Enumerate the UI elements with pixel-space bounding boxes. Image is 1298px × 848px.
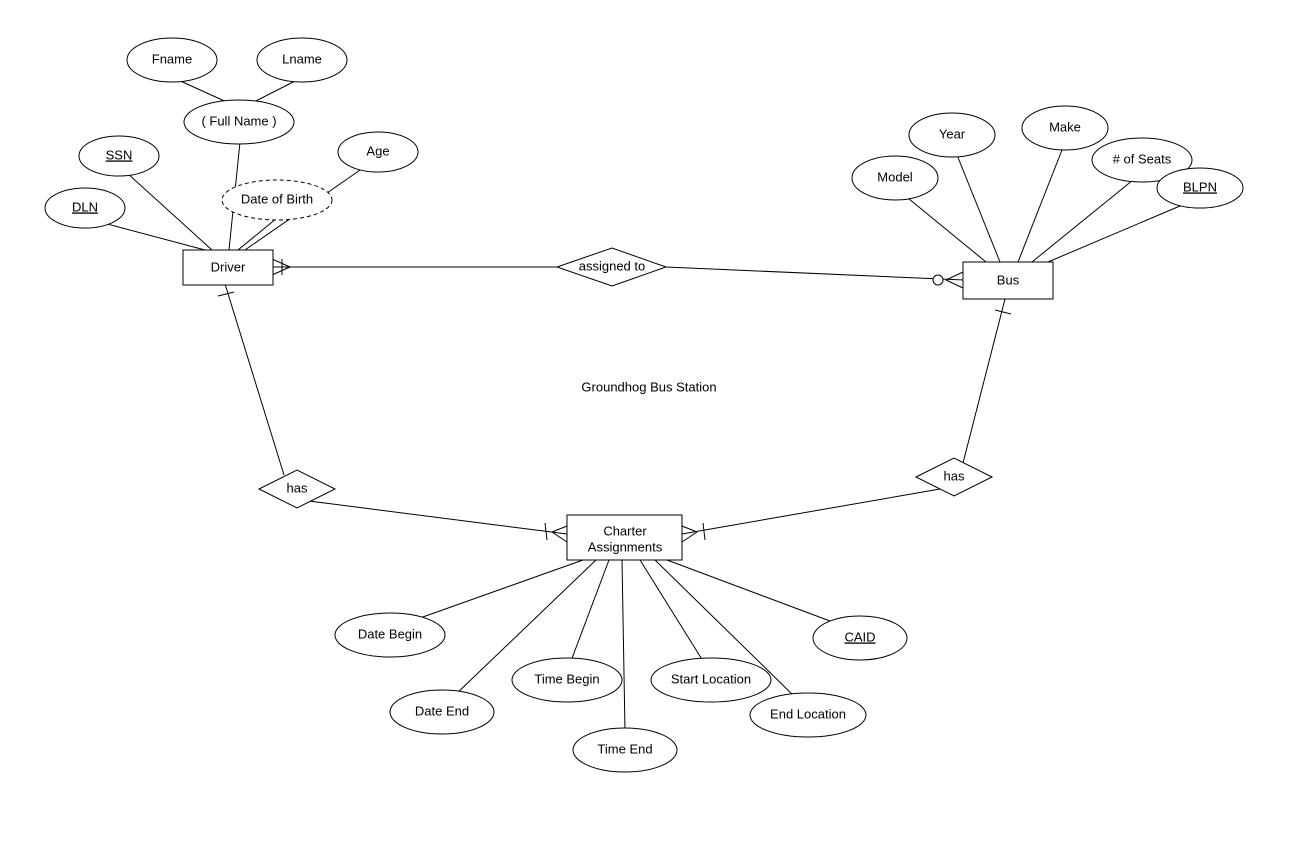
crow-bus-bottom xyxy=(946,280,963,288)
entity-bus: Bus xyxy=(963,262,1053,299)
attr-year: Year xyxy=(909,113,995,157)
svg-text:CAID: CAID xyxy=(844,629,875,644)
entity-charter-label2: Assignments xyxy=(588,539,663,554)
svg-text:Date End: Date End xyxy=(415,703,469,718)
crow-charter-left-top xyxy=(552,526,567,532)
tick-driver-bottom xyxy=(218,292,234,296)
attr-lname: Lname xyxy=(257,38,347,82)
conn-fname-fullname xyxy=(176,79,231,104)
crow-driver-bottom xyxy=(272,267,290,275)
attr-time-end: Time End xyxy=(573,728,677,772)
rel-assigned-label: assigned to xyxy=(579,258,646,273)
svg-text:End Location: End Location xyxy=(770,706,846,721)
attr-date-begin: Date Begin xyxy=(335,613,445,657)
attr-dob: Date of Birth xyxy=(222,180,332,220)
attr-fname: Fname xyxy=(127,38,217,82)
svg-text:BLPN: BLPN xyxy=(1183,179,1217,194)
svg-text:( Full Name ): ( Full Name ) xyxy=(201,113,276,128)
rel-has-left: has xyxy=(259,470,335,508)
conn-caid-charter xyxy=(667,560,846,627)
crow-charter-right-top xyxy=(682,526,697,532)
crow-bus-top xyxy=(946,272,963,280)
svg-text:DLN: DLN xyxy=(72,199,98,214)
conn-lname-fullname xyxy=(250,79,299,104)
attr-make: Make xyxy=(1022,106,1108,150)
conn-timebegin-charter xyxy=(571,560,609,661)
attr-model: Model xyxy=(852,156,938,200)
conn-hasright-charter xyxy=(682,489,940,534)
svg-text:SSN: SSN xyxy=(106,147,133,162)
entity-charter-label1: Charter xyxy=(603,523,647,538)
svg-text:Time Begin: Time Begin xyxy=(534,671,599,686)
svg-text:Lname: Lname xyxy=(282,51,322,66)
crow-driver-top xyxy=(272,259,290,267)
conn-seats-bus xyxy=(1032,180,1133,262)
svg-text:Start Location: Start Location xyxy=(671,671,751,686)
conn-hasleft-charter xyxy=(309,501,567,534)
conn-year-bus xyxy=(957,155,1000,262)
svg-text:Date of Birth: Date of Birth xyxy=(241,191,313,206)
svg-text:Make: Make xyxy=(1049,119,1081,134)
attr-fullname: ( Full Name ) xyxy=(184,100,294,144)
attr-blpn: BLPN xyxy=(1157,168,1243,208)
attr-end-loc: End Location xyxy=(750,693,866,737)
svg-text:Year: Year xyxy=(939,126,966,141)
conn-dln-driver xyxy=(96,221,205,250)
attr-caid: CAID xyxy=(813,616,907,660)
rel-has-right-label: has xyxy=(944,468,965,483)
crow-bus-circle xyxy=(933,275,943,285)
conn-dob-driver xyxy=(238,218,277,250)
tick-bus-bottom xyxy=(995,310,1011,314)
conn-assigned-bus xyxy=(666,267,964,280)
rel-assigned-to: assigned to xyxy=(557,248,666,286)
er-diagram: Driver Bus Charter Assignments assigned … xyxy=(0,0,1298,848)
attr-dln: DLN xyxy=(45,188,125,228)
conn-bus-hasright xyxy=(963,299,1005,463)
attr-time-begin: Time Begin xyxy=(512,658,622,702)
attr-ssn: SSN xyxy=(79,136,159,176)
entity-driver: Driver xyxy=(183,250,273,285)
svg-text:Fname: Fname xyxy=(152,51,192,66)
svg-text:Age: Age xyxy=(366,143,389,158)
attr-start-loc: Start Location xyxy=(651,658,771,702)
conn-datebegin-charter xyxy=(406,560,583,623)
rel-has-right: has xyxy=(916,458,992,496)
svg-text:Time End: Time End xyxy=(597,741,652,756)
conn-timeend-charter xyxy=(622,560,625,731)
conn-driver-hasleft xyxy=(225,284,284,475)
conn-model-bus xyxy=(903,194,986,262)
diagram-title: Groundhog Bus Station xyxy=(581,379,716,394)
conn-ssn-driver xyxy=(127,173,212,250)
attr-date-end: Date End xyxy=(390,690,494,734)
entity-bus-label: Bus xyxy=(997,272,1020,287)
conn-startloc-charter xyxy=(640,560,703,661)
conn-make-bus xyxy=(1018,150,1062,262)
tick-charter-right xyxy=(703,523,705,540)
svg-text:Date Begin: Date Begin xyxy=(358,626,422,641)
svg-text:Model: Model xyxy=(877,169,913,184)
entity-charter: Charter Assignments xyxy=(567,515,682,560)
rel-has-left-label: has xyxy=(287,480,308,495)
attr-age: Age xyxy=(338,132,418,172)
entity-driver-label: Driver xyxy=(211,259,246,274)
svg-text:# of Seats: # of Seats xyxy=(1113,151,1172,166)
